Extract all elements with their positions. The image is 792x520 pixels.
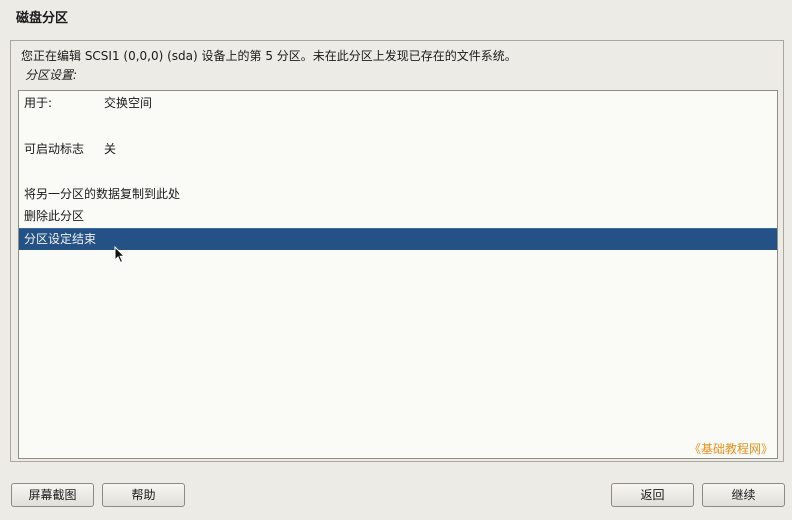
continue-button[interactable]: 继续 [702, 483, 785, 507]
list-item-label: 删除此分区 [24, 209, 85, 223]
page-title: 磁盘分区 [16, 11, 69, 26]
list-item-value: 交换空间 [104, 96, 153, 110]
title-bar: 磁盘分区 [0, 0, 792, 32]
partition-settings-list[interactable]: 用于: 交换空间 可启动标志 关 将另一分区的数据复制到此处 删除此分区 分区设… [18, 90, 778, 459]
partition-info-text: 您正在编辑 SCSI1 (0,0,0) (sda) 设备上的第 5 分区。未在此… [21, 49, 517, 63]
list-item-label: 将另一分区的数据复制到此处 [24, 187, 181, 201]
back-button[interactable]: 返回 [611, 483, 694, 507]
list-item-label: 用于: [24, 96, 53, 110]
list-item-use-as[interactable]: 用于: 交换空间 [19, 93, 777, 113]
list-item-label: 分区设定结束 [24, 232, 97, 246]
partition-settings-label: 分区设置: [25, 68, 78, 82]
screenshot-button[interactable]: 屏幕截图 [11, 483, 94, 507]
content-frame: 您正在编辑 SCSI1 (0,0,0) (sda) 设备上的第 5 分区。未在此… [10, 40, 784, 462]
list-item-value: 关 [104, 142, 117, 156]
list-item-bootable-flag[interactable]: 可启动标志 关 [19, 139, 777, 159]
help-button[interactable]: 帮助 [102, 483, 185, 507]
list-item-delete-partition[interactable]: 删除此分区 [19, 206, 777, 226]
mouse-pointer-icon [114, 246, 126, 264]
list-item-done-setting-up[interactable]: 分区设定结束 [19, 228, 777, 250]
watermark: 《基础教程网》 [688, 442, 773, 456]
list-item-copy-data[interactable]: 将另一分区的数据复制到此处 [19, 184, 777, 204]
list-item-label: 可启动标志 [24, 142, 85, 156]
